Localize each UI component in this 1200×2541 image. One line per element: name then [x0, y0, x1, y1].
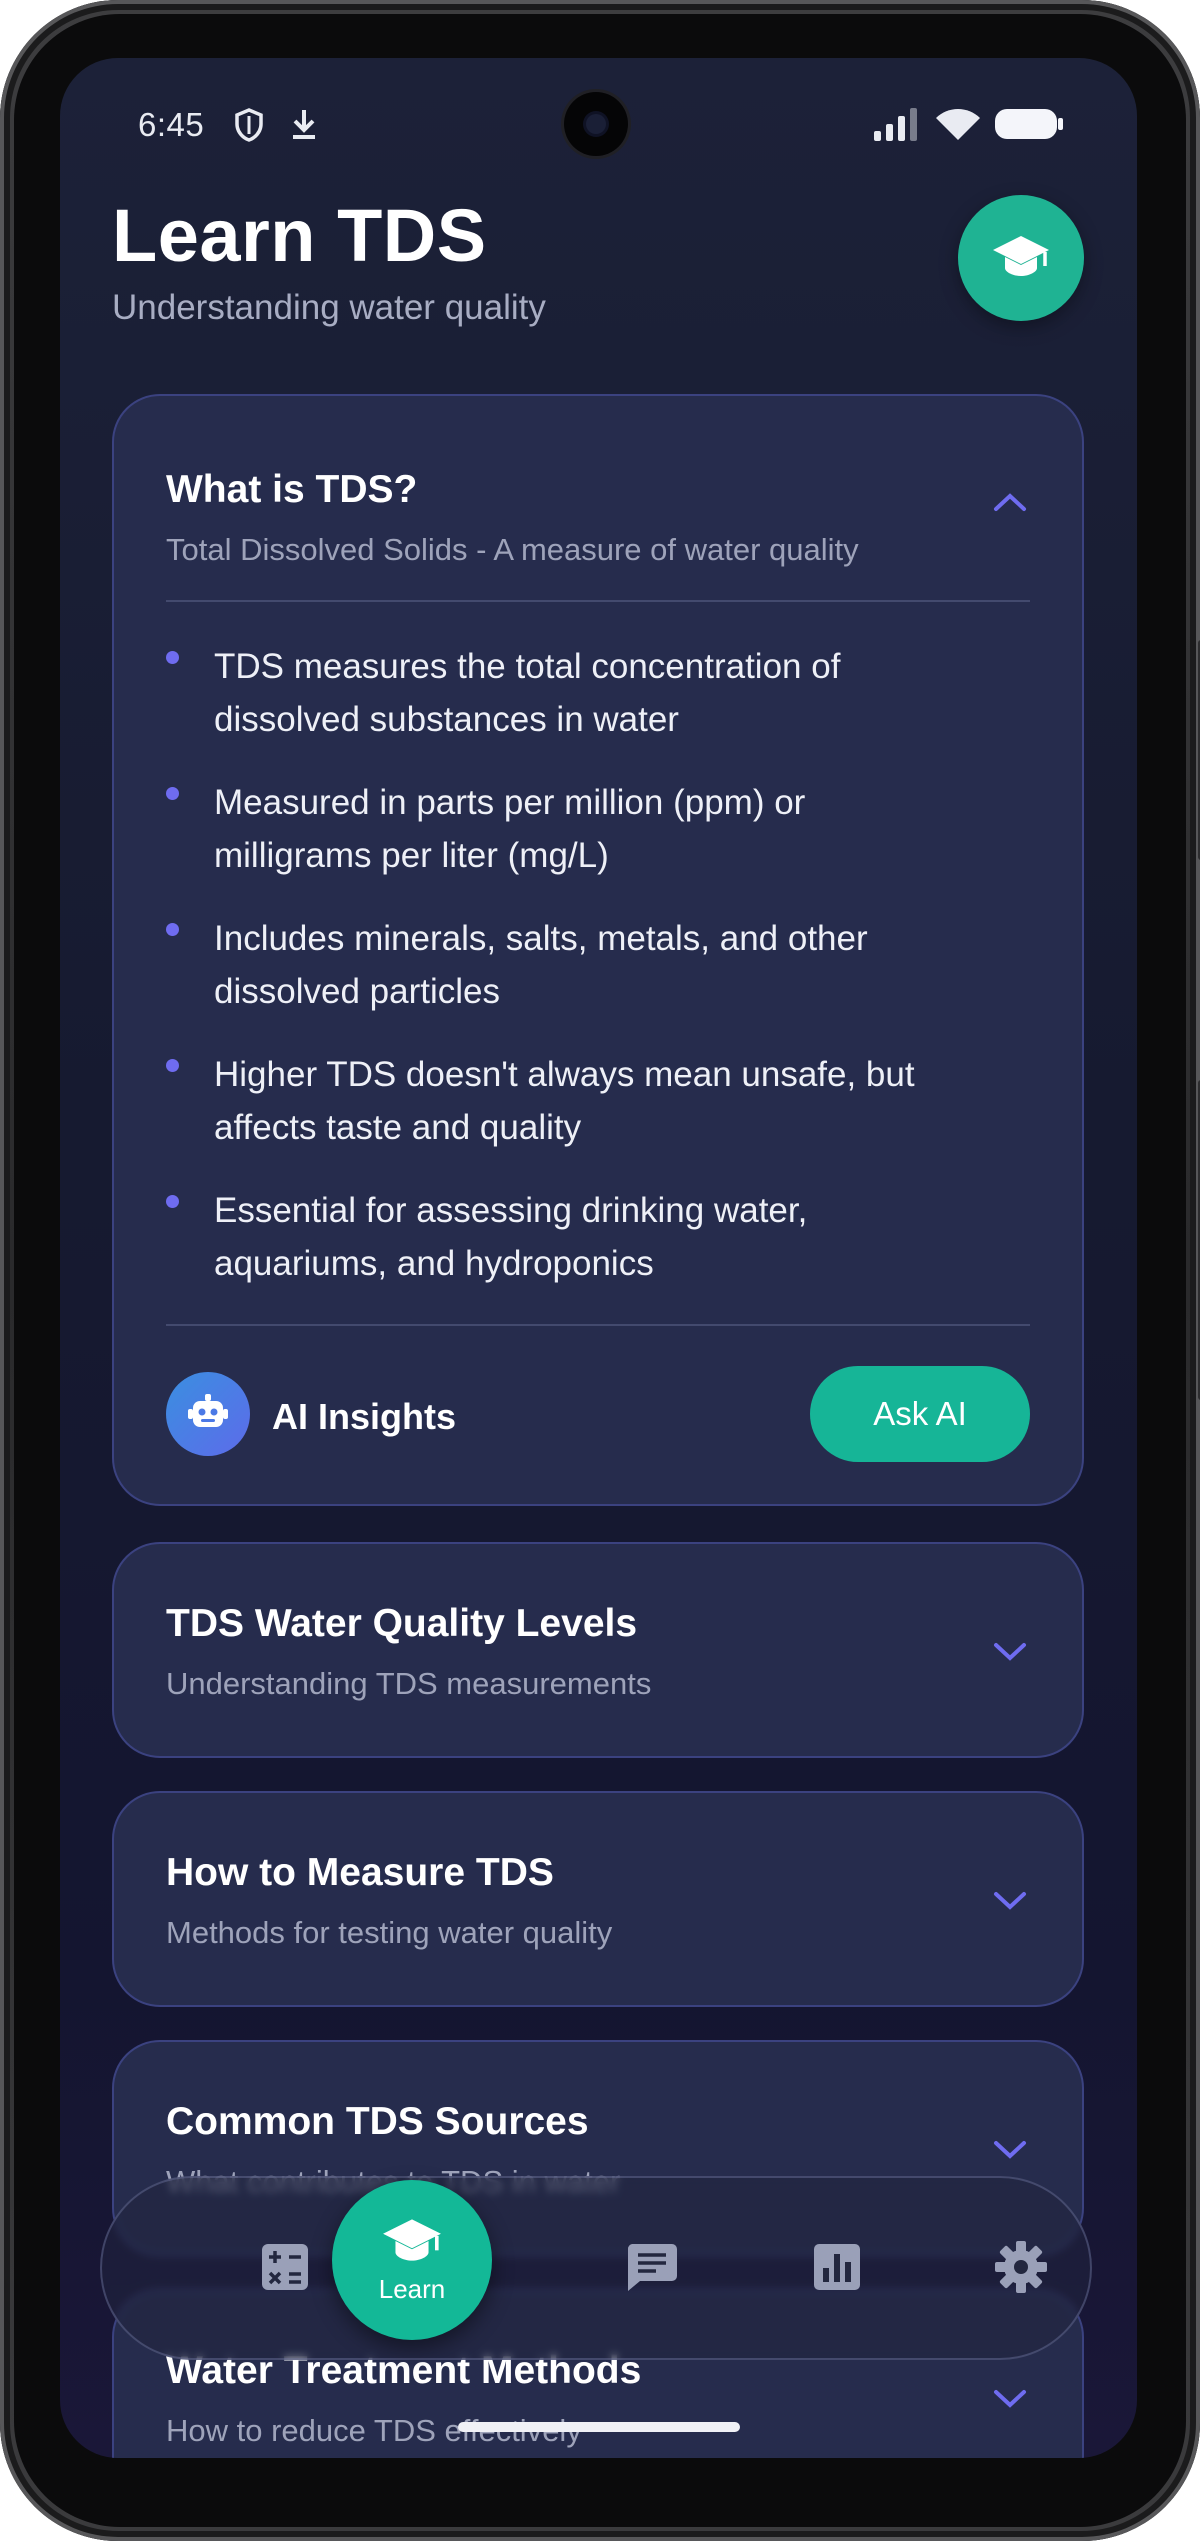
divider	[166, 600, 1030, 602]
nav-chat[interactable]	[607, 2224, 697, 2314]
robot-icon	[188, 1393, 228, 1436]
download-icon	[289, 107, 319, 146]
signal-icon	[872, 107, 918, 146]
divider	[166, 1324, 1030, 1326]
front-camera	[564, 92, 628, 156]
header-badge[interactable]	[958, 195, 1084, 321]
page-subtitle: Understanding water quality	[112, 288, 546, 327]
calculator-icon	[260, 2242, 310, 2297]
settings-icon	[994, 2240, 1048, 2299]
phone-frame: 6:45 Learn TDS Understanding water quali…	[0, 0, 1200, 2541]
nav-learn[interactable]: Learn	[332, 2180, 492, 2340]
bottom-nav	[100, 2176, 1092, 2360]
section-tds-levels[interactable]: TDS Water Quality Levels Understanding T…	[112, 1542, 1084, 1758]
graduation-cap-icon	[381, 2215, 443, 2270]
bullet-dot	[166, 1195, 179, 1208]
chart-icon	[812, 2242, 862, 2297]
chevron-down-icon[interactable]	[990, 1881, 1030, 1921]
app-screen: 6:45 Learn TDS Understanding water quali…	[60, 58, 1137, 2458]
bullet-dot	[166, 1059, 179, 1072]
bullet-list: TDS measures the total concentration of d…	[166, 640, 1030, 1320]
bullet-dot	[166, 923, 179, 936]
section-how-to-measure[interactable]: How to Measure TDS Methods for testing w…	[112, 1791, 1084, 2007]
nav-learn-label: Learn	[378, 2274, 446, 2304]
ai-avatar	[166, 1372, 250, 1456]
list-item: Measured in parts per million (ppm) or mi…	[166, 776, 1030, 882]
nav-settings[interactable]	[976, 2224, 1066, 2314]
home-indicator[interactable]	[458, 2422, 740, 2432]
ai-insights-label: AI Insights	[272, 1396, 457, 1437]
battery-icon	[994, 107, 1064, 146]
list-item: Higher TDS doesn't always mean unsafe, b…	[166, 1048, 1030, 1154]
bullet-dot	[166, 651, 179, 664]
section-title: TDS Water Quality Levels	[166, 1602, 638, 1645]
chat-icon	[626, 2242, 678, 2297]
section-subtitle: Methods for testing water quality	[166, 1915, 613, 1950]
page-title: Learn TDS	[112, 194, 487, 277]
chevron-up-icon[interactable]	[990, 482, 1030, 522]
section-what-is-tds: What is TDS? Total Dissolved Solids - A …	[112, 394, 1084, 1506]
shield-icon	[233, 107, 265, 148]
chevron-down-icon[interactable]	[990, 2379, 1030, 2419]
graduation-cap-icon	[991, 232, 1051, 285]
chevron-down-icon[interactable]	[990, 1632, 1030, 1672]
ask-ai-button[interactable]: Ask AI	[810, 1366, 1030, 1462]
list-item: Includes minerals, salts, metals, and ot…	[166, 912, 1030, 1018]
chevron-down-icon[interactable]	[990, 2130, 1030, 2170]
status-time: 6:45	[138, 106, 205, 143]
list-item: TDS measures the total concentration of d…	[166, 640, 1030, 746]
nav-calculator[interactable]	[240, 2224, 330, 2314]
section-title: How to Measure TDS	[166, 1851, 554, 1894]
section-subtitle: Understanding TDS measurements	[166, 1666, 652, 1701]
section-title: Common TDS Sources	[166, 2100, 589, 2143]
list-item: Essential for assessing drinking water, a…	[166, 1184, 1030, 1290]
section-subtitle: Total Dissolved Solids - A measure of wa…	[166, 532, 859, 567]
section-title: What is TDS?	[166, 468, 418, 511]
bullet-dot	[166, 787, 179, 800]
nav-analytics[interactable]	[792, 2224, 882, 2314]
wifi-icon	[935, 107, 981, 146]
